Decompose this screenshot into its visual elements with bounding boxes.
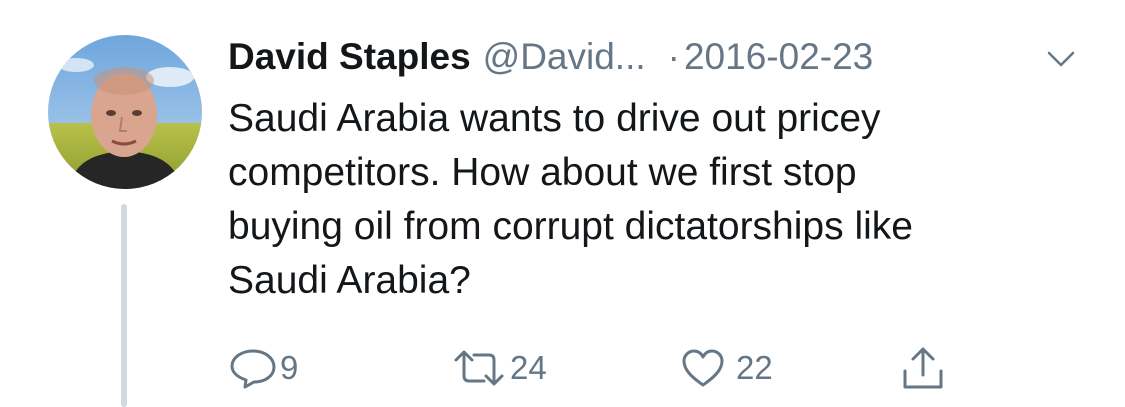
reply-button[interactable]: 9	[228, 343, 298, 393]
avatar-image	[48, 35, 202, 189]
reply-icon	[228, 347, 278, 389]
tweet-date[interactable]: 2016-02-23	[684, 34, 873, 80]
heart-icon	[680, 347, 726, 389]
share-button[interactable]	[901, 343, 945, 393]
tweet-header: David Staples @David... · 2016-02-23	[228, 34, 1098, 80]
share-icon	[901, 345, 945, 391]
retweet-icon	[450, 348, 508, 388]
reply-count: 9	[280, 349, 299, 386]
like-button[interactable]: 22	[680, 343, 773, 393]
retweet-count: 24	[510, 349, 547, 386]
display-name[interactable]: David Staples	[228, 34, 471, 80]
chevron-down-icon[interactable]	[1046, 48, 1076, 70]
retweet-button[interactable]: 24	[450, 343, 547, 393]
thread-line	[121, 204, 127, 407]
tweet-text: Saudi Arabia wants to drive out pricey c…	[228, 97, 913, 302]
user-handle[interactable]: @David...	[483, 34, 646, 80]
avatar[interactable]	[48, 35, 202, 189]
like-count: 22	[736, 349, 773, 386]
separator-dot: ·	[667, 36, 680, 77]
